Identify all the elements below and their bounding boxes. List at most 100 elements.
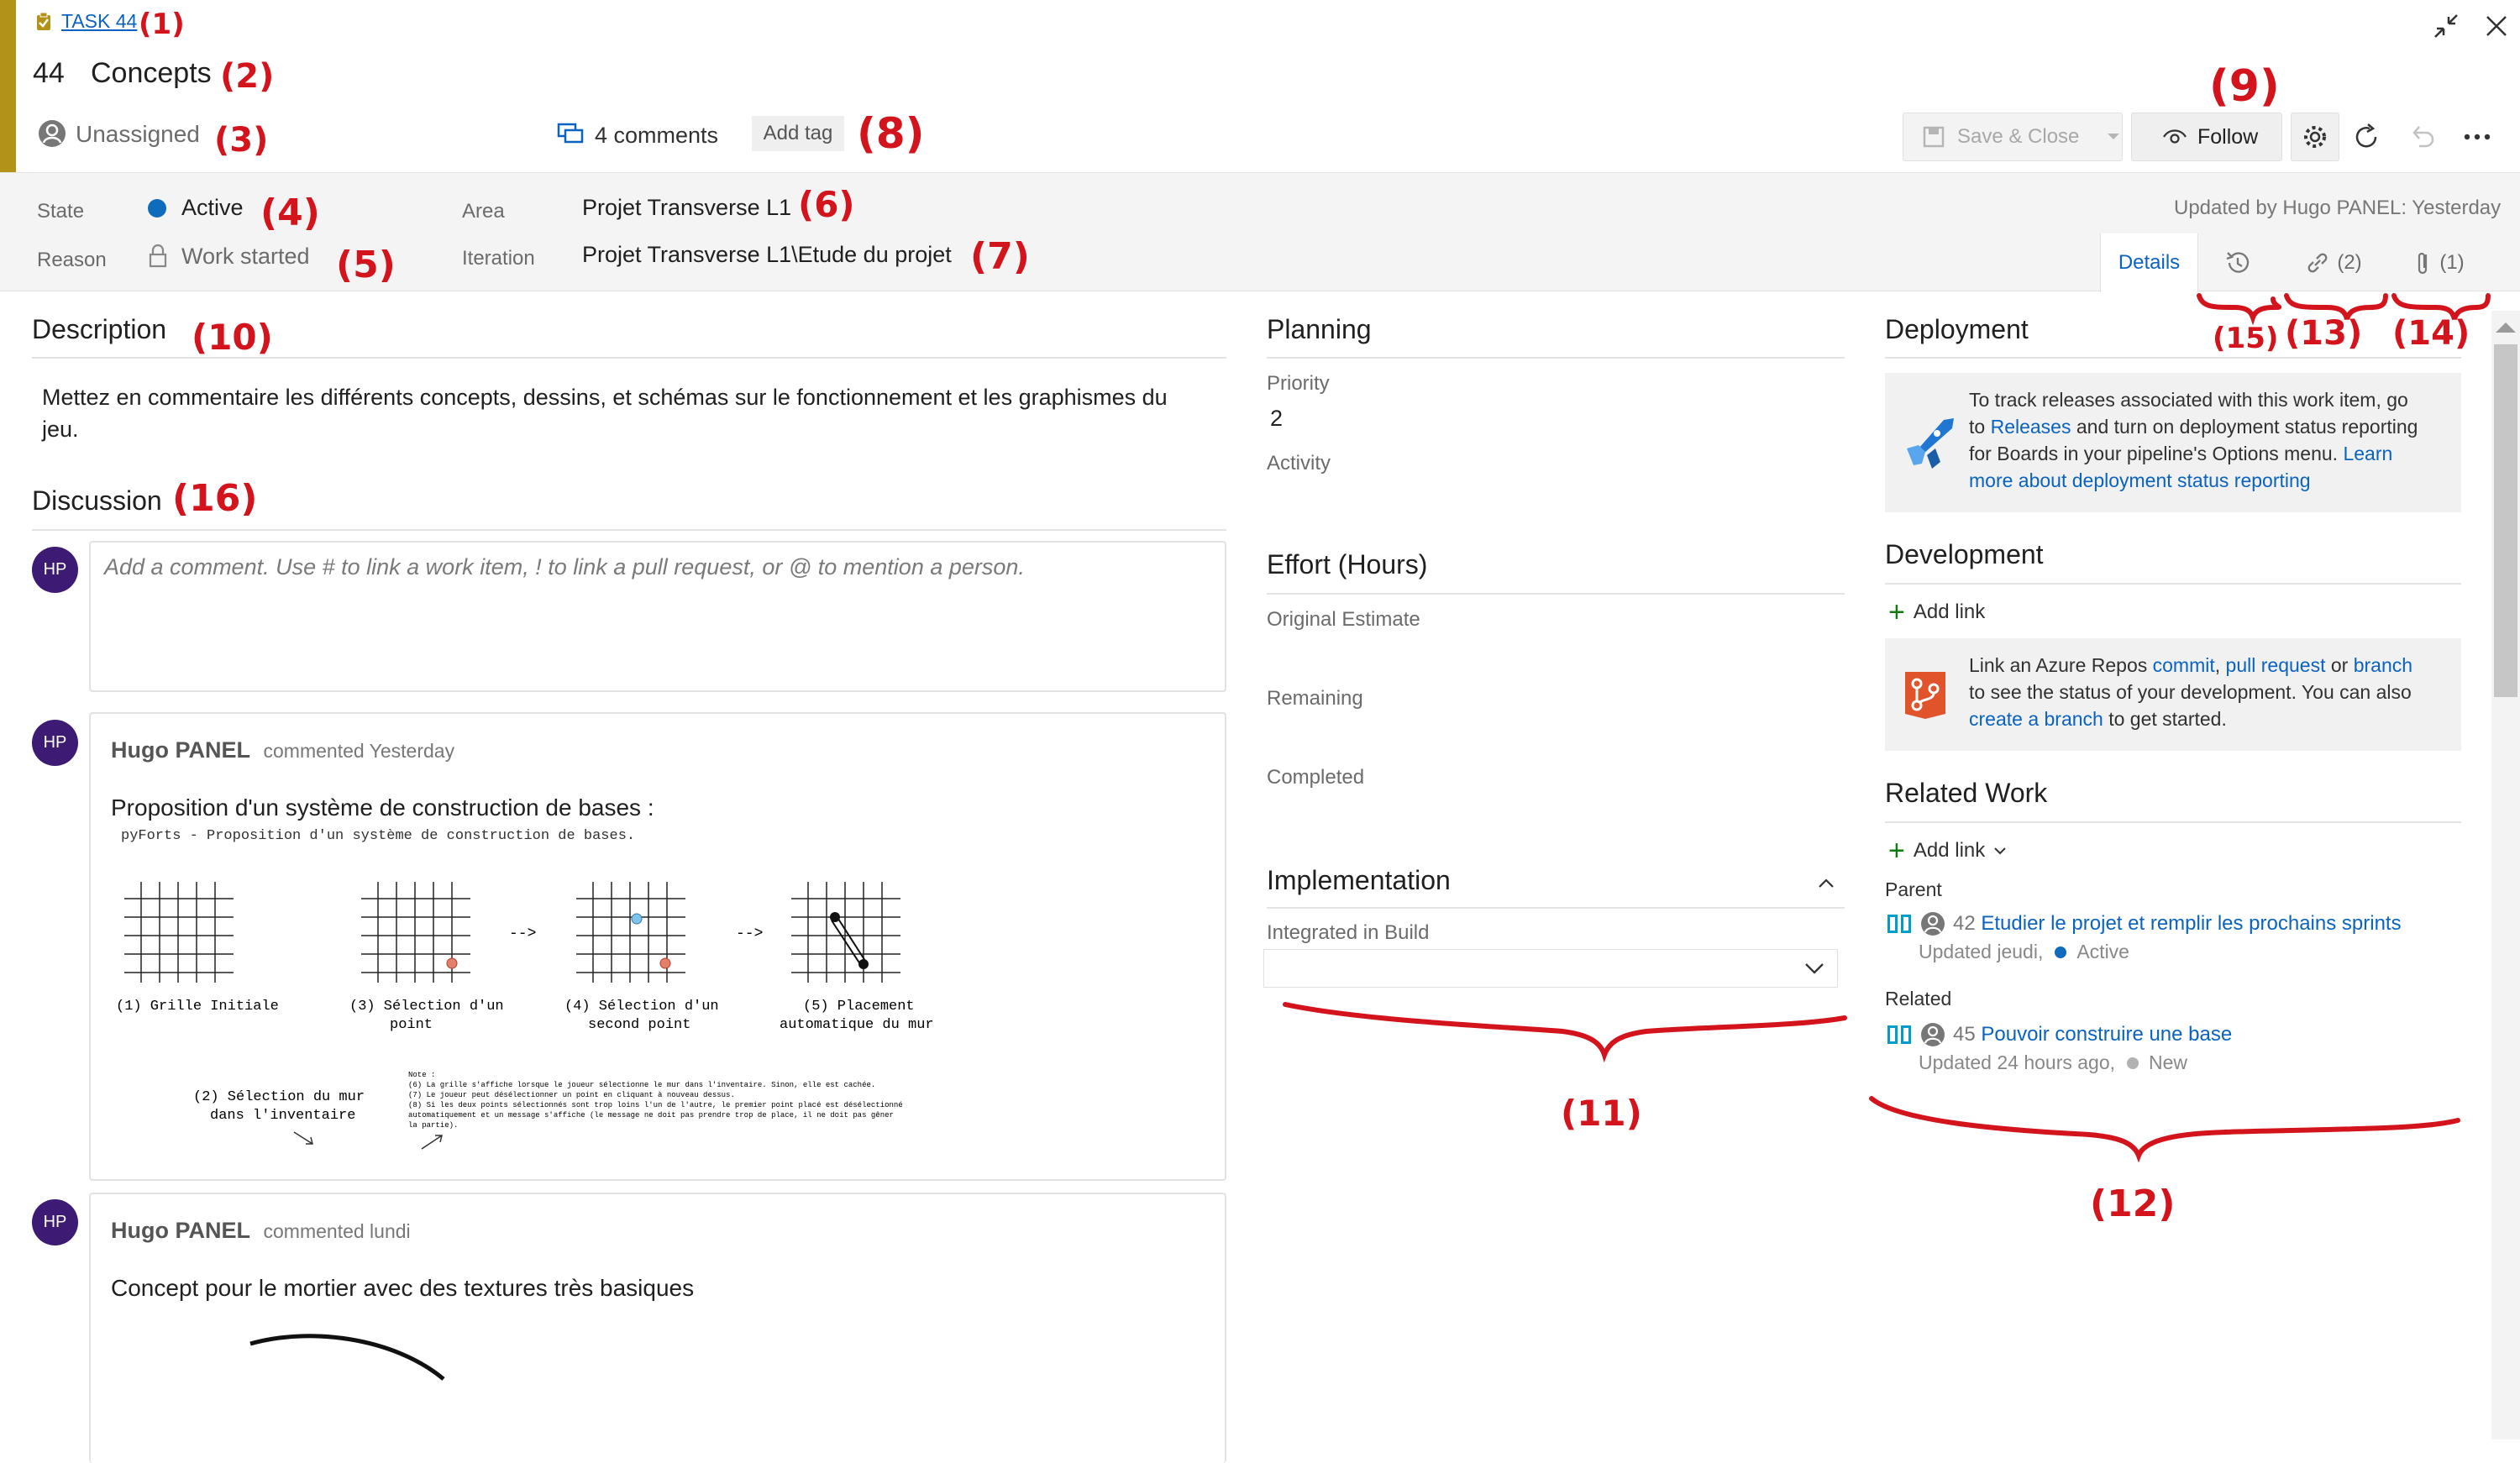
tab-links[interactable]: (2) [2283,233,2384,292]
development-text-line: to see the status of your development. Y… [1969,681,2412,703]
settings-button[interactable] [2291,113,2339,161]
attachments-count: (1) [2439,251,2465,274]
task-icon [37,12,50,30]
chevron-up-icon[interactable] [1817,877,1835,890]
task-link[interactable]: TASK 44 [61,10,137,33]
learn-more-link[interactable]: more about deployment status reporting [1969,467,2418,494]
tab-details[interactable]: Details [2100,233,2198,292]
sketch-step-label: (5) Placement [803,999,915,1015]
sketch-step-label: automatique du mur [780,1017,934,1033]
priority-field[interactable]: 2 [1270,406,1283,432]
close-icon[interactable] [2482,12,2511,40]
save-close-label: Save & Close [1957,125,2080,148]
activity-field[interactable] [1267,477,1838,507]
parent-title[interactable]: Etudier le projet et remplir les prochai… [1981,912,2401,935]
undo-icon[interactable] [2407,123,2436,151]
comment-input[interactable]: Add a comment. Use # to link a work item… [89,541,1226,692]
parent-work-item-link[interactable]: 42 Etudier le projet et remplir les proc… [1953,912,2402,936]
related-add-link-button[interactable]: + Add link [1888,836,2007,865]
comment-text: Proposition d'un système de construction… [111,794,654,821]
area-path-field[interactable]: Projet Transverse L1 [582,195,791,221]
more-options-icon[interactable] [2463,131,2491,143]
development-info-box: Link an Azure Repos commit, pull request… [1885,638,2461,751]
original-estimate-field[interactable] [1267,637,1838,667]
sketch-title: pyForts - Proposition d'un système de co… [121,828,636,844]
deployment-title: Deployment [1885,314,2029,344]
comment-text: Concept pour le mortier avec des texture… [111,1275,695,1301]
learn-more-link[interactable]: Learn [2343,443,2392,464]
comment-author[interactable]: Hugo PANEL [111,1218,250,1243]
reason-value: Work started [181,244,310,269]
state-active-dot [148,199,166,218]
comment-author[interactable]: Hugo PANEL [111,737,250,763]
add-tag-button[interactable]: Add tag [752,116,844,151]
description-field[interactable]: Mettez en commentaire les différents con… [42,381,1168,445]
collapse-icon[interactable] [2432,12,2460,40]
state-active-dot [2055,946,2067,958]
sketch-note: Note : [408,1071,435,1079]
comment-time: commented lundi [263,1220,411,1242]
pull-request-link[interactable]: pull request [2226,654,2326,676]
comment-time: commented Yesterday [263,740,455,762]
completed-label: Completed [1267,766,1365,789]
sketch-arrow: --> [509,926,536,942]
development-add-link-button[interactable]: + Add link [1888,598,1985,627]
commit-link[interactable]: commit [2153,654,2215,676]
work-item-title[interactable]: Concepts [91,57,212,90]
text-fragment: or [2325,654,2354,676]
tab-history[interactable] [2201,233,2275,292]
sketch-step-label: second point [588,1017,690,1033]
user-story-icon [1887,915,1911,933]
work-item-id: 44 [33,57,65,89]
chevron-down-icon[interactable] [2106,132,2121,142]
add-link-label: Add link [1913,839,1986,862]
updated-by-text: Updated by Hugo PANEL: Yesterday [2174,197,2502,219]
annotation-label: (14) [2392,314,2470,353]
state-dropdown[interactable]: Active [181,195,244,221]
description-line: Mettez en commentaire les différents con… [42,385,1168,410]
state-new-dot [2127,1057,2139,1069]
sketch-step-label: point [390,1017,433,1033]
comment-placeholder: Add a comment. Use # to link a work item… [104,554,1025,579]
sketch-note: (8) Si les deux points sélectionnés sont… [408,1101,903,1109]
integrated-in-build-dropdown[interactable] [1263,949,1838,988]
create-branch-link[interactable]: create a branch [1969,708,2103,730]
comments-count-link[interactable]: 4 comments [595,123,718,149]
links-count: (2) [2337,251,2362,274]
save-close-button[interactable]: Save & Close [1903,113,2123,161]
related-id: 45 [1953,1023,1976,1046]
iteration-path-field[interactable]: Projet Transverse L1\Etude du projet [582,242,952,268]
assignee-picker[interactable]: Unassigned [76,121,200,148]
description-title: Description [32,314,167,344]
avatar: HP [32,547,78,593]
related-work-item-link[interactable]: 45 Pouvoir construire une base [1953,1023,2232,1046]
text-fragment: and turn on deployment status reporting [2071,416,2418,438]
completed-field[interactable] [1267,794,1838,825]
branch-link[interactable]: branch [2354,654,2412,676]
remaining-field[interactable] [1267,716,1838,746]
annotation-brace [1283,1002,1847,1063]
scrollbar-thumb[interactable] [2494,344,2517,697]
save-icon [1923,126,1945,148]
sketch-step-label: (4) Sélection d'un [564,999,719,1015]
releases-link[interactable]: Releases [1991,416,2071,438]
related-title[interactable]: Pouvoir construire une base [1981,1023,2232,1046]
text-fragment: for Boards in your pipeline's Options me… [1969,443,2344,464]
sketch-step-label: (1) Grille Initiale [116,999,279,1015]
tab-attachments[interactable]: (1) [2392,233,2486,292]
refresh-icon[interactable] [2353,123,2381,151]
scrollbar-track[interactable] [2491,311,2520,1439]
sketch-note: (7) Le joueur peut désélectionner un poi… [408,1091,735,1099]
priority-label: Priority [1267,372,1330,395]
description-line: jeu. [42,417,79,442]
related-state: New [2149,1051,2188,1073]
area-label: Area [462,200,505,223]
planning-divider [1267,357,1845,359]
parent-state: Active [2076,941,2129,962]
follow-button[interactable]: Follow [2131,113,2282,161]
original-estimate-label: Original Estimate [1267,608,1420,631]
scroll-up-arrow-icon[interactable] [2496,322,2516,333]
annotation-label: (15) [2213,322,2278,355]
azure-pipelines-icon [1907,418,1954,469]
paperclip-icon [2418,252,2428,275]
